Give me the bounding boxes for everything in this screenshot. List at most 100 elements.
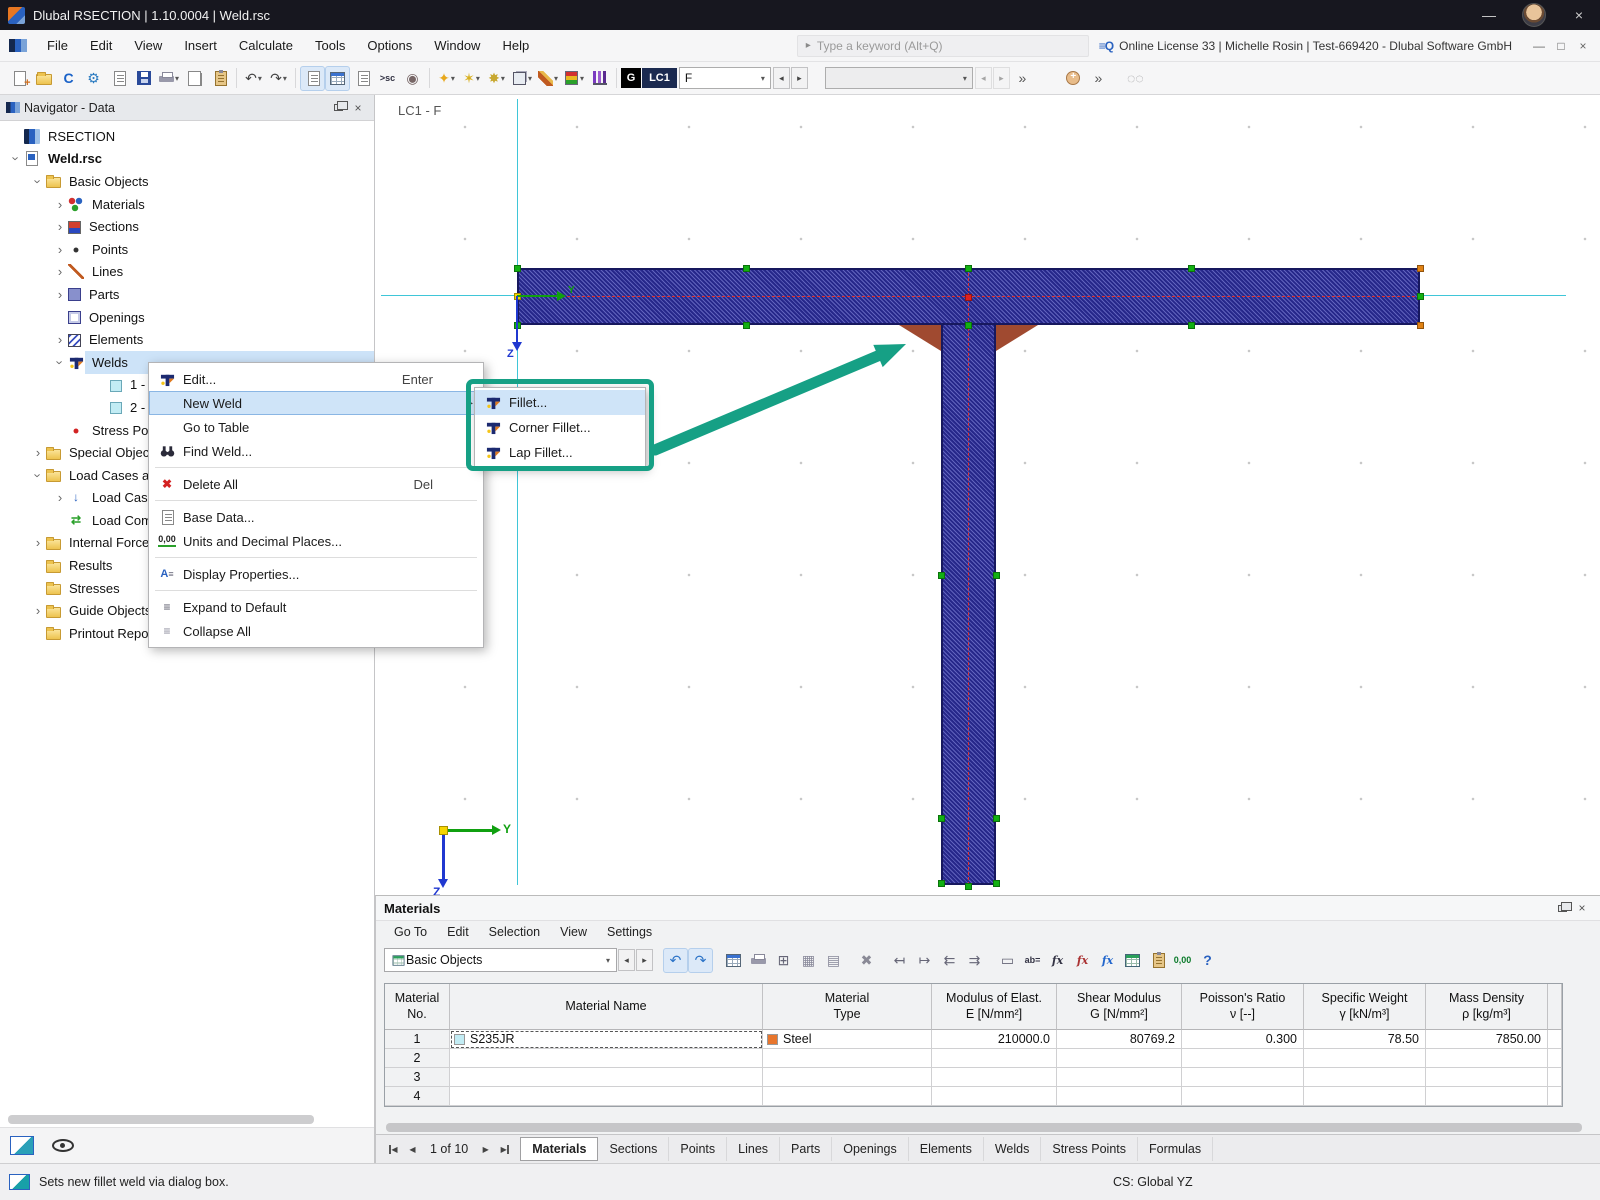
tree-expander-icon[interactable]: ›	[30, 446, 46, 459]
table-cell[interactable]	[450, 1087, 763, 1106]
mode-next[interactable]: ▸	[993, 67, 1010, 89]
table-cell[interactable]	[763, 1087, 932, 1106]
sidebar-item-parts[interactable]: ›Parts	[0, 283, 374, 306]
menu-insert[interactable]: Insert	[173, 30, 228, 61]
undo-icon[interactable]: ↶▾	[241, 66, 266, 91]
context-menu-item-display-properties-[interactable]: A≡Display Properties...	[149, 562, 483, 586]
table-cell[interactable]: Steel	[763, 1030, 932, 1049]
table-cell[interactable]	[763, 1049, 932, 1068]
selection-handle[interactable]	[938, 880, 945, 887]
table-cell[interactable]	[1057, 1068, 1182, 1087]
materials-close-button[interactable]: ×	[1572, 899, 1592, 917]
tree-expander-icon[interactable]: ›	[52, 198, 68, 211]
view-tables-icon[interactable]	[325, 66, 350, 91]
import-rows-icon[interactable]: ⇇	[937, 948, 962, 973]
copy-icon[interactable]	[182, 66, 207, 91]
scope-next-button[interactable]: ▸	[636, 949, 653, 971]
table-cell[interactable]	[1057, 1049, 1182, 1068]
fillet-weld-left[interactable]	[899, 325, 941, 351]
tab-materials[interactable]: Materials	[520, 1137, 598, 1161]
context-menu-item-new-weld[interactable]: New Weld▸	[149, 391, 483, 415]
panel-toggle-icon[interactable]	[10, 1136, 34, 1155]
tree-expander-icon[interactable]: ›	[32, 467, 45, 483]
selection-handle[interactable]	[965, 322, 972, 329]
help-icon[interactable]: ?	[1195, 948, 1220, 973]
sidebar-item-materials[interactable]: ›Materials	[0, 193, 374, 216]
table-cell[interactable]	[1548, 1030, 1562, 1049]
selection-handle[interactable]	[965, 294, 972, 301]
selection-handle[interactable]	[1417, 322, 1424, 329]
sidebar-item-openings[interactable]: Openings	[0, 306, 374, 329]
fill-icon[interactable]: ▦	[796, 948, 821, 973]
table-cell[interactable]	[1182, 1068, 1304, 1087]
report-icon[interactable]	[350, 66, 375, 91]
mode-combo[interactable]: ▾	[825, 67, 973, 89]
submenu-item-corner-fillet-[interactable]: Corner Fillet...	[475, 415, 645, 440]
color-scale-icon[interactable]: ▾	[561, 66, 587, 91]
export-rows-icon[interactable]: ⇉	[962, 948, 987, 973]
sidebar-item-basic-objects[interactable]: ›Basic Objects	[0, 170, 374, 193]
table-cell[interactable]	[932, 1087, 1057, 1106]
tree-expander-icon[interactable]: ›	[52, 333, 68, 346]
tree-expander-icon[interactable]: ›	[52, 288, 68, 301]
new-object-icon[interactable]: ✦▾	[434, 66, 459, 91]
toolbar-overflow[interactable]: »	[1010, 66, 1035, 91]
doc-minimize-button[interactable]: —	[1528, 39, 1550, 53]
tab-sections[interactable]: Sections	[598, 1137, 669, 1161]
table-cell[interactable]	[450, 1049, 763, 1068]
row-number-cell[interactable]: 1	[385, 1030, 450, 1049]
submenu-item-fillet-[interactable]: Fillet...	[475, 390, 645, 415]
selection-handle[interactable]	[993, 815, 1000, 822]
materials-menu-edit[interactable]: Edit	[437, 925, 479, 939]
new-model-icon[interactable]	[6, 66, 31, 91]
selection-handle[interactable]	[1188, 322, 1195, 329]
display-properties-icon[interactable]: ▾	[535, 66, 561, 91]
clipboard-icon[interactable]	[207, 66, 232, 91]
print-icon[interactable]: ▾	[156, 66, 182, 91]
tree-expander-icon[interactable]: ›	[52, 491, 68, 504]
menu-view[interactable]: View	[123, 30, 173, 61]
table-cell[interactable]	[1426, 1049, 1548, 1068]
context-menu-item-edit-[interactable]: Edit...Enter	[149, 367, 483, 391]
table-cell[interactable]: 80769.2	[1057, 1030, 1182, 1049]
import-table-icon[interactable]	[1145, 948, 1170, 973]
menu-file[interactable]: File	[36, 30, 79, 61]
tab-points[interactable]: Points	[669, 1137, 727, 1161]
table-cell[interactable]	[1182, 1049, 1304, 1068]
menu-window[interactable]: Window	[423, 30, 491, 61]
menu-edit[interactable]: Edit	[79, 30, 123, 61]
tab-parts[interactable]: Parts	[780, 1137, 832, 1161]
excel-export-icon[interactable]	[1120, 948, 1145, 973]
navigator-close-button[interactable]: ×	[348, 99, 368, 117]
row-number-cell[interactable]: 2	[385, 1049, 450, 1068]
selection-handle[interactable]	[938, 815, 945, 822]
context-menu-item-find-weld-[interactable]: Find Weld...	[149, 439, 483, 463]
tree-expander-icon[interactable]: ›	[52, 265, 68, 278]
tree-expander-icon[interactable]: ›	[32, 173, 45, 189]
tree-expander-icon[interactable]: ›	[30, 604, 46, 617]
table-cell[interactable]	[1548, 1087, 1562, 1106]
graphics-viewport[interactable]: LC1 - F Y Z Y Z	[375, 95, 1600, 895]
table-cell[interactable]	[1426, 1068, 1548, 1087]
selection-handle[interactable]	[1417, 265, 1424, 272]
table-cell[interactable]: 7850.00	[1426, 1030, 1548, 1049]
visibility-icon[interactable]: ▾	[509, 66, 535, 91]
selection-handle[interactable]	[1417, 293, 1424, 300]
context-menu-item-expand-to-default[interactable]: ≡Expand to Default	[149, 595, 483, 619]
tab-formulas[interactable]: Formulas	[1138, 1137, 1213, 1161]
tree-expander-icon[interactable]: ›	[10, 151, 23, 167]
section-values-icon[interactable]	[587, 66, 612, 91]
load-case-combo[interactable]: F▾	[679, 67, 771, 89]
sidebar-item-lines[interactable]: ›Lines	[0, 261, 374, 284]
selection-handle[interactable]	[965, 883, 972, 890]
table-settings-icon[interactable]: ▤	[821, 948, 846, 973]
open-model-icon[interactable]	[31, 66, 56, 91]
units-settings-icon[interactable]: 0,00	[1170, 948, 1195, 973]
table-cell[interactable]	[1304, 1087, 1426, 1106]
table-cell[interactable]: 210000.0	[932, 1030, 1057, 1049]
print-preview-icon[interactable]	[106, 66, 131, 91]
selection-handle[interactable]	[1188, 265, 1195, 272]
row-number-cell[interactable]: 3	[385, 1068, 450, 1087]
materials-hscrollbar[interactable]	[384, 1121, 1592, 1134]
tab-elements[interactable]: Elements	[909, 1137, 984, 1161]
